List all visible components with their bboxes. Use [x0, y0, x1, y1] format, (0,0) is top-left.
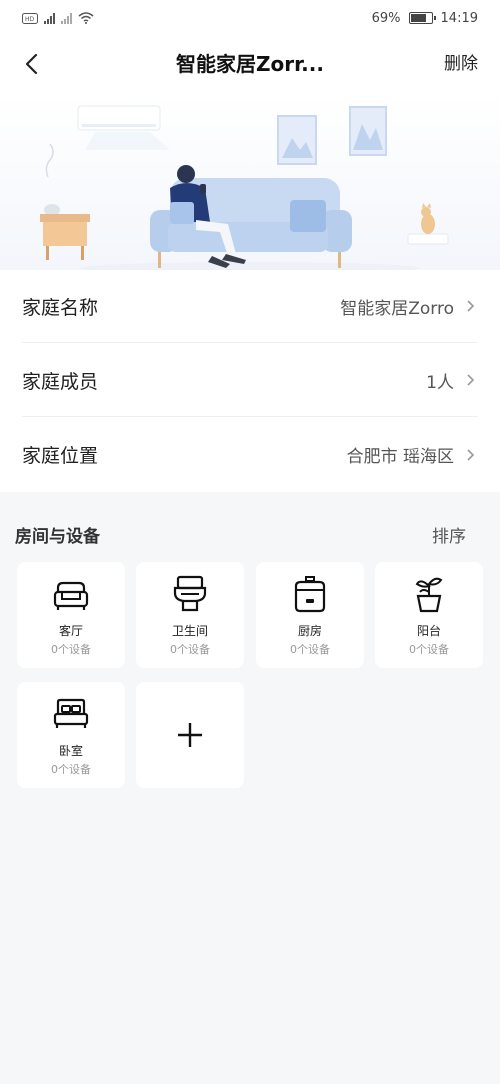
- battery-percent: 69%: [371, 10, 401, 26]
- room-tile-bedroom[interactable]: 卧室 0个设备: [17, 682, 125, 788]
- room-device-count: 0个设备: [170, 643, 210, 656]
- bed-icon: [53, 698, 89, 728]
- side-table-illustration: [40, 143, 90, 260]
- plant-icon: [415, 577, 443, 613]
- no-signal-icon: [61, 12, 72, 24]
- nav-bar: 智能家居Zorr... 删除: [0, 36, 500, 92]
- page-title: 智能家居Zorr...: [176, 52, 324, 76]
- home-name-label: 家庭名称: [22, 296, 99, 319]
- room-name: 卫生间: [171, 624, 208, 638]
- home-illustration: [0, 92, 500, 270]
- delete-button[interactable]: 删除: [444, 36, 478, 92]
- add-room-button[interactable]: [136, 682, 244, 788]
- toilet-icon: [173, 575, 207, 612]
- clock: 14:19: [440, 10, 478, 26]
- room-tile-kitchen[interactable]: 厨房 0个设备: [256, 562, 364, 668]
- room-tile-living-room[interactable]: 客厅 0个设备: [17, 562, 125, 668]
- plus-icon: [178, 723, 202, 747]
- status-left: HD: [22, 12, 94, 24]
- home-members-row[interactable]: 家庭成员 1人: [22, 344, 478, 417]
- room-name: 卧室: [58, 744, 83, 758]
- room-device-count: 0个设备: [51, 763, 91, 776]
- rooms-section-header: 房间与设备 排序: [0, 512, 500, 552]
- home-members-value: 1人: [426, 372, 454, 393]
- chevron-right-icon: [467, 374, 475, 386]
- room-name: 阳台: [416, 624, 441, 638]
- chevron-right-icon: [467, 448, 475, 461]
- air-conditioner-illustration: [77, 105, 170, 150]
- room-name: 客厅: [58, 624, 83, 638]
- room-name: 厨房: [297, 624, 322, 638]
- living-room-illustration: [40, 105, 449, 270]
- home-name-value: 智能家居Zorro: [340, 298, 454, 319]
- wall-frames-illustration: [277, 106, 387, 165]
- home-location-value: 合肥市 瑶海区: [346, 447, 454, 467]
- battery-fill: [410, 14, 426, 22]
- 4g-signal-icon: [44, 12, 55, 24]
- sort-button[interactable]: 排序: [432, 522, 466, 547]
- svg-text:HD: HD: [25, 16, 35, 23]
- room-tile-balcony[interactable]: 阳台 0个设备: [375, 562, 483, 668]
- room-device-count: 0个设备: [409, 643, 449, 656]
- room-device-count: 0个设备: [51, 643, 91, 656]
- cat-illustration: [407, 203, 449, 245]
- room-tile-bathroom[interactable]: 卫生间 0个设备: [136, 562, 244, 668]
- status-right: 69% 14:19: [372, 11, 478, 26]
- room-device-count: 0个设备: [290, 643, 330, 656]
- home-name-row[interactable]: 家庭名称 智能家居Zorro: [22, 270, 478, 343]
- battery-icon: [408, 12, 436, 24]
- wifi-icon: [78, 12, 94, 24]
- rice-cooker-icon: [294, 576, 326, 613]
- home-members-label: 家庭成员: [22, 370, 99, 393]
- home-info-card: 家庭名称 智能家居Zorro 家庭成员 1人 家庭位置 合肥市 瑶海区: [0, 270, 500, 492]
- chevron-right-icon: [467, 300, 475, 312]
- home-location-row[interactable]: 家庭位置 合肥市 瑶海区: [22, 418, 478, 491]
- rooms-section-title: 房间与设备: [15, 527, 100, 547]
- nfc-icon: HD: [22, 12, 38, 24]
- sofa-icon: [53, 581, 89, 610]
- status-bar: HD 69% 14:19: [0, 0, 500, 36]
- home-location-label: 家庭位置: [22, 445, 99, 467]
- back-arrow-icon[interactable]: [18, 50, 46, 78]
